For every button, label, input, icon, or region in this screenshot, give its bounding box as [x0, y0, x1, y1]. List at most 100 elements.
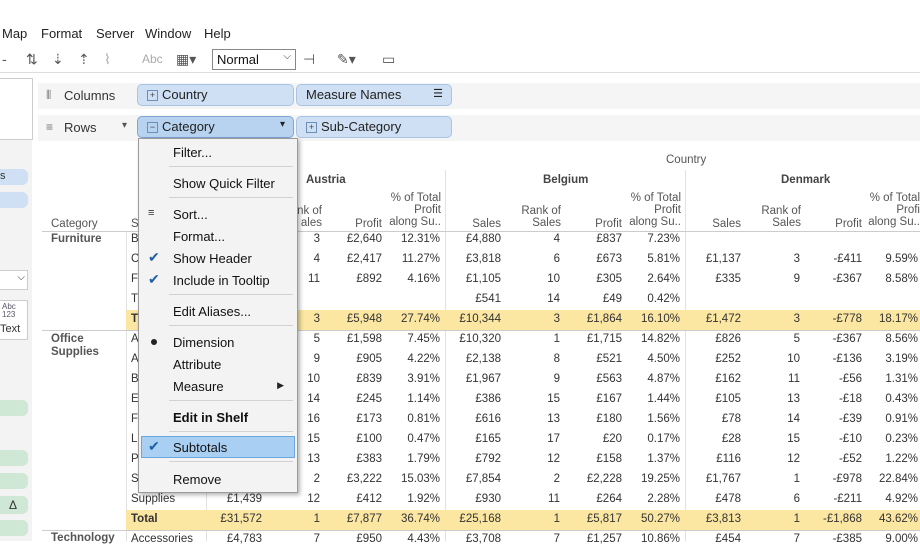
expand-icon[interactable]: + — [147, 90, 158, 101]
cell-d-pct: 8.56% — [885, 333, 918, 345]
left-pill-green-4[interactable] — [0, 520, 28, 536]
cell-b-rank: 14 — [547, 293, 560, 305]
expand-icon[interactable]: + — [306, 122, 317, 133]
cell-a-pct: 1.14% — [407, 393, 440, 405]
menu-item-label: Measure — [173, 379, 224, 394]
sort-descending-icon[interactable]: ⇡ — [78, 50, 90, 68]
menu-item-show-header[interactable]: ✔ Show Header — [140, 247, 296, 269]
menu-item-label: Show Header — [173, 251, 252, 266]
denmark-pct-header: % of Total Profi along Su.. — [868, 192, 920, 228]
cell-b-rank: 1 — [553, 333, 560, 345]
cell-d-profit: -£136 — [832, 353, 862, 365]
menu-item-filter[interactable]: Filter... — [140, 141, 296, 163]
cell-d-sales: £335 — [715, 273, 741, 285]
cell-a-profit: £3,222 — [346, 473, 382, 485]
radio-dot-icon — [151, 339, 157, 345]
subcategory-pill[interactable]: + Sub-Category — [296, 116, 452, 138]
menu-item-remove[interactable]: Remove — [140, 468, 296, 490]
text-card[interactable]: Abc 123 Text — [0, 300, 28, 340]
left-dropdown[interactable]: ⌵ — [0, 270, 28, 290]
cell-d-profit: -£1,868 — [822, 513, 862, 525]
menu-item-show-quick-filter[interactable]: Show Quick Filter — [140, 172, 296, 194]
left-pill-green-2[interactable] — [0, 450, 28, 466]
subcategory-pill-label: Sub-Category — [321, 119, 402, 134]
cell-b-pct: 0.42% — [647, 293, 680, 305]
text-label: Text — [0, 323, 21, 335]
chart-icon[interactable]: ▦▾ — [176, 50, 196, 68]
rows-label: Rows — [64, 120, 97, 135]
cell-b-rank: 3 — [553, 313, 560, 325]
cell-d-pct: 0.23% — [885, 433, 918, 445]
cell-a-rank: 12 — [307, 493, 320, 505]
menu-server[interactable]: Server — [96, 26, 134, 41]
cell-b-pct: 2.64% — [647, 273, 680, 285]
collapse-icon[interactable]: − — [147, 122, 158, 133]
menu-item-label: Remove — [173, 472, 222, 487]
cell-d-pct: 43.62% — [878, 513, 918, 525]
cell-a-profit: £7,877 — [346, 513, 382, 525]
pen-icon[interactable]: ✎▾ — [337, 50, 356, 68]
country-austria: Austria — [306, 174, 346, 186]
cell-b-rank: 17 — [547, 433, 560, 445]
cell-a-pct: 4.22% — [407, 353, 440, 365]
cell-d-rank: 9 — [793, 273, 800, 285]
cell-b-profit: £305 — [596, 273, 622, 285]
paperclip-icon[interactable]: ⌇ — [104, 50, 111, 68]
category-col-header: Category — [51, 218, 98, 230]
country-pill[interactable]: + Country — [137, 84, 294, 106]
delta-pill[interactable]: Δ — [0, 496, 28, 514]
menu-item-attribute[interactable]: Attribute — [140, 353, 296, 375]
cell-d-profit: -£778 — [832, 313, 862, 325]
menu-item-edit-aliases[interactable]: Edit Aliases... — [140, 300, 296, 322]
left-pill-blue-1[interactable]: s — [0, 169, 28, 185]
menu-item-label: Include in Tooltip — [173, 273, 270, 288]
pill-dropdown-icon[interactable]: ▾ — [280, 119, 285, 130]
swap-icon[interactable]: ⇅ — [26, 50, 38, 68]
category-pill[interactable]: − Category ▾ — [137, 116, 294, 138]
dropdown-arrow-icon[interactable]: - — [2, 50, 7, 68]
menu-item-subtotals[interactable]: ✔ Subtotals — [141, 436, 295, 458]
left-pill-green-3[interactable] — [0, 473, 28, 489]
menu-item-sort[interactable]: ≡ Sort... — [140, 203, 296, 225]
cell-a-profit: £383 — [356, 453, 382, 465]
abc-label-icon[interactable]: Abc — [142, 50, 163, 68]
menu-item-dimension[interactable]: Dimension — [140, 331, 296, 353]
cell-d-pct: 1.22% — [885, 453, 918, 465]
mark-size-select[interactable]: Normal ⌵ — [212, 49, 296, 70]
cell-a-rank: 7 — [313, 533, 320, 545]
menu-item-format[interactable]: Format... — [140, 225, 296, 247]
cell-d-profit: -£411 — [833, 253, 862, 265]
cell-b-profit: £20 — [602, 433, 622, 445]
menu-window[interactable]: Window — [145, 26, 191, 41]
cell-b-pct: 2.28% — [647, 493, 680, 505]
cell-d-sales: £454 — [715, 533, 741, 545]
menu-item-include-in-tooltip[interactable]: ✔ Include in Tooltip — [140, 269, 296, 291]
menu-item-measure[interactable]: Measure ▶ — [140, 375, 296, 397]
menu-map[interactable]: Map — [2, 26, 27, 41]
menu-format[interactable]: Format — [41, 26, 82, 41]
belgium-profit-header: Profit — [595, 218, 622, 230]
presentation-icon[interactable]: ▭ — [382, 50, 395, 68]
cell-d-sales: £252 — [715, 353, 741, 365]
cell-a-pct: 0.81% — [407, 413, 440, 425]
pin-icon[interactable]: ⊣ — [303, 50, 315, 68]
rows-dropdown-icon[interactable]: ▾ — [122, 120, 127, 131]
cell-d-sales: £1,472 — [705, 313, 741, 325]
country-belgium: Belgium — [543, 174, 589, 186]
menu-help[interactable]: Help — [204, 26, 231, 41]
cell-d-rank: 13 — [787, 393, 800, 405]
cell-a-pct: 15.03% — [400, 473, 440, 485]
cell-a-profit: £892 — [356, 273, 382, 285]
menu-item-label: Dimension — [173, 335, 235, 350]
left-pill-blue-2[interactable] — [0, 192, 28, 208]
menu-item-edit-in-shelf[interactable]: Edit in Shelf — [140, 406, 296, 428]
cell-b-pct: 5.81% — [647, 253, 680, 265]
measure-names-pill[interactable]: Measure Names ☰ — [296, 84, 452, 106]
cell-b-rank: 4 — [553, 233, 560, 245]
sort-ascending-icon[interactable]: ⇣ — [52, 50, 64, 68]
cell-a-pct: 11.27% — [401, 253, 440, 265]
menu-item-label: Edit Aliases... — [173, 304, 252, 319]
checkmark-icon: ✔ — [148, 249, 160, 265]
left-pill-green-1[interactable] — [0, 400, 28, 416]
cell-d-sales: £1,137 — [705, 253, 741, 265]
